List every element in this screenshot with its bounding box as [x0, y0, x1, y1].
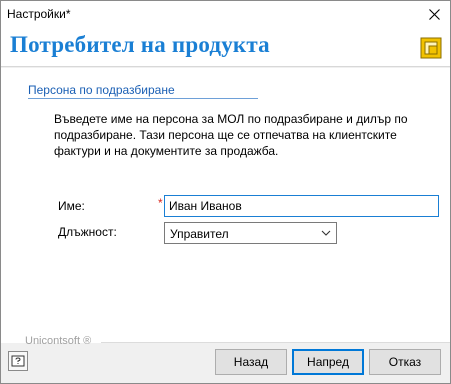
- footer-divider: [101, 342, 450, 343]
- position-select[interactable]: Управител: [164, 222, 337, 244]
- window-title: Настройки*: [7, 7, 71, 21]
- close-icon: [428, 8, 440, 20]
- required-marker: *: [158, 196, 163, 210]
- brand-label: Unicontsoft ®: [25, 335, 92, 347]
- cancel-button[interactable]: Отказ: [369, 349, 441, 375]
- section-title: Персона по подразбиране: [28, 83, 175, 97]
- position-label: Длъжност:: [58, 225, 117, 239]
- chevron-down-icon: [321, 230, 331, 236]
- section-divider: [28, 98, 258, 99]
- help-icon: [11, 355, 25, 367]
- back-button[interactable]: Назад: [215, 349, 287, 375]
- position-selected-value: Управител: [170, 227, 229, 241]
- next-button[interactable]: Напред: [292, 349, 364, 375]
- title-bar: Настройки*: [1, 1, 450, 27]
- name-label: Име:: [58, 199, 85, 213]
- help-button[interactable]: [8, 351, 28, 371]
- wizard-content: Персона по подразбиране Въведете име на …: [1, 68, 450, 343]
- page-title: Потребител на продукта: [10, 32, 270, 57]
- settings-window: Настройки* Потребител на продукта Персон…: [0, 0, 451, 384]
- close-button[interactable]: [418, 1, 450, 27]
- name-input[interactable]: [164, 195, 439, 217]
- wizard-header: Потребител на продукта: [1, 27, 450, 67]
- app-logo-icon: [420, 37, 442, 59]
- section-description: Въведете име на персона за МОЛ по подраз…: [54, 112, 408, 158]
